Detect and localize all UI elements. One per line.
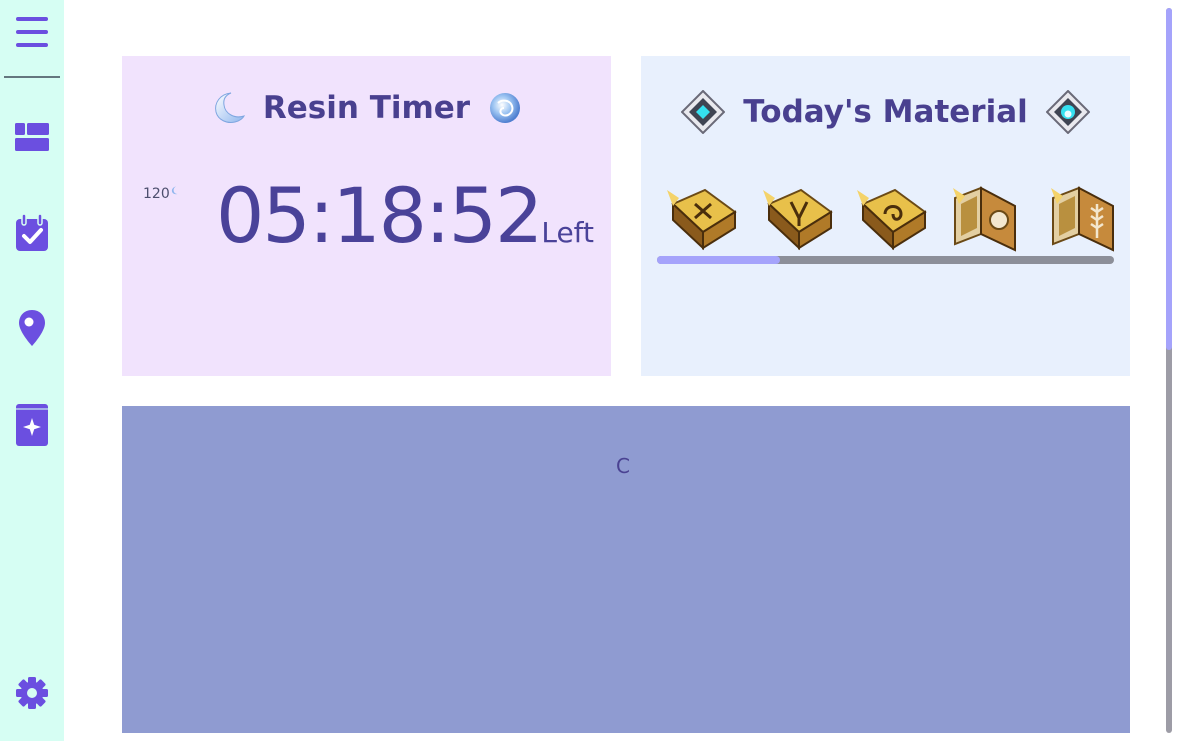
book-icon: [667, 188, 737, 251]
diamond-ring-icon: [1045, 90, 1090, 134]
resin-timer-card: Resin Timer 120 05:18:52Left: [122, 56, 611, 376]
material-item[interactable]: [1049, 184, 1115, 252]
resin-title-row: Resin Timer: [122, 90, 611, 126]
bottom-panel: C: [122, 406, 1130, 733]
crescent-moon-icon: [214, 92, 245, 123]
material-item[interactable]: [665, 184, 737, 252]
sidebar-divider: [4, 76, 60, 78]
book-icon: [1051, 186, 1114, 252]
gear-icon[interactable]: [15, 676, 49, 710]
resin-count-value: 120: [143, 186, 170, 202]
sidebar-item-calendar[interactable]: [12, 213, 52, 253]
material-item[interactable]: [855, 184, 927, 252]
sidebar: [0, 0, 64, 741]
timer-value: 05:18:52: [216, 171, 543, 260]
sidebar-item-wish[interactable]: [12, 404, 52, 446]
resin-timer: 05:18:52Left: [216, 178, 594, 254]
dashboard-icon[interactable]: [15, 121, 49, 153]
sidebar-item-map[interactable]: [12, 308, 52, 348]
sidebar-item-dashboard[interactable]: [12, 117, 52, 157]
timer-suffix: Left: [541, 216, 595, 249]
diamond-icon: [681, 90, 726, 134]
material-item[interactable]: [761, 184, 833, 252]
materials-scrollbar[interactable]: [657, 256, 1114, 264]
book-icon: [763, 188, 833, 251]
resin-title: Resin Timer: [262, 90, 471, 126]
book-icon: [857, 188, 927, 251]
settings-button[interactable]: [12, 673, 52, 713]
map-pin-icon[interactable]: [19, 310, 45, 346]
materials-scrollbar-thumb[interactable]: [657, 256, 780, 264]
resin-orb-icon: [490, 93, 521, 123]
calendar-check-icon[interactable]: [15, 214, 49, 252]
sparkle-book-icon[interactable]: [15, 404, 49, 446]
book-icon: [953, 186, 1016, 252]
material-title: Today's Material: [743, 94, 1028, 130]
page-scrollbar[interactable]: [1166, 8, 1172, 733]
page-scrollbar-thumb[interactable]: [1166, 8, 1172, 350]
hamburger-icon[interactable]: [14, 14, 50, 50]
menu-button[interactable]: [14, 14, 50, 50]
material-title-row: Today's Material: [641, 90, 1130, 134]
todays-material-card: Today's Material: [641, 56, 1130, 376]
material-item[interactable]: [951, 184, 1023, 252]
resin-count: 120: [143, 186, 179, 202]
bottom-panel-text: C: [616, 454, 630, 478]
materials-list[interactable]: [665, 184, 1115, 254]
small-moon-icon: [171, 186, 178, 195]
